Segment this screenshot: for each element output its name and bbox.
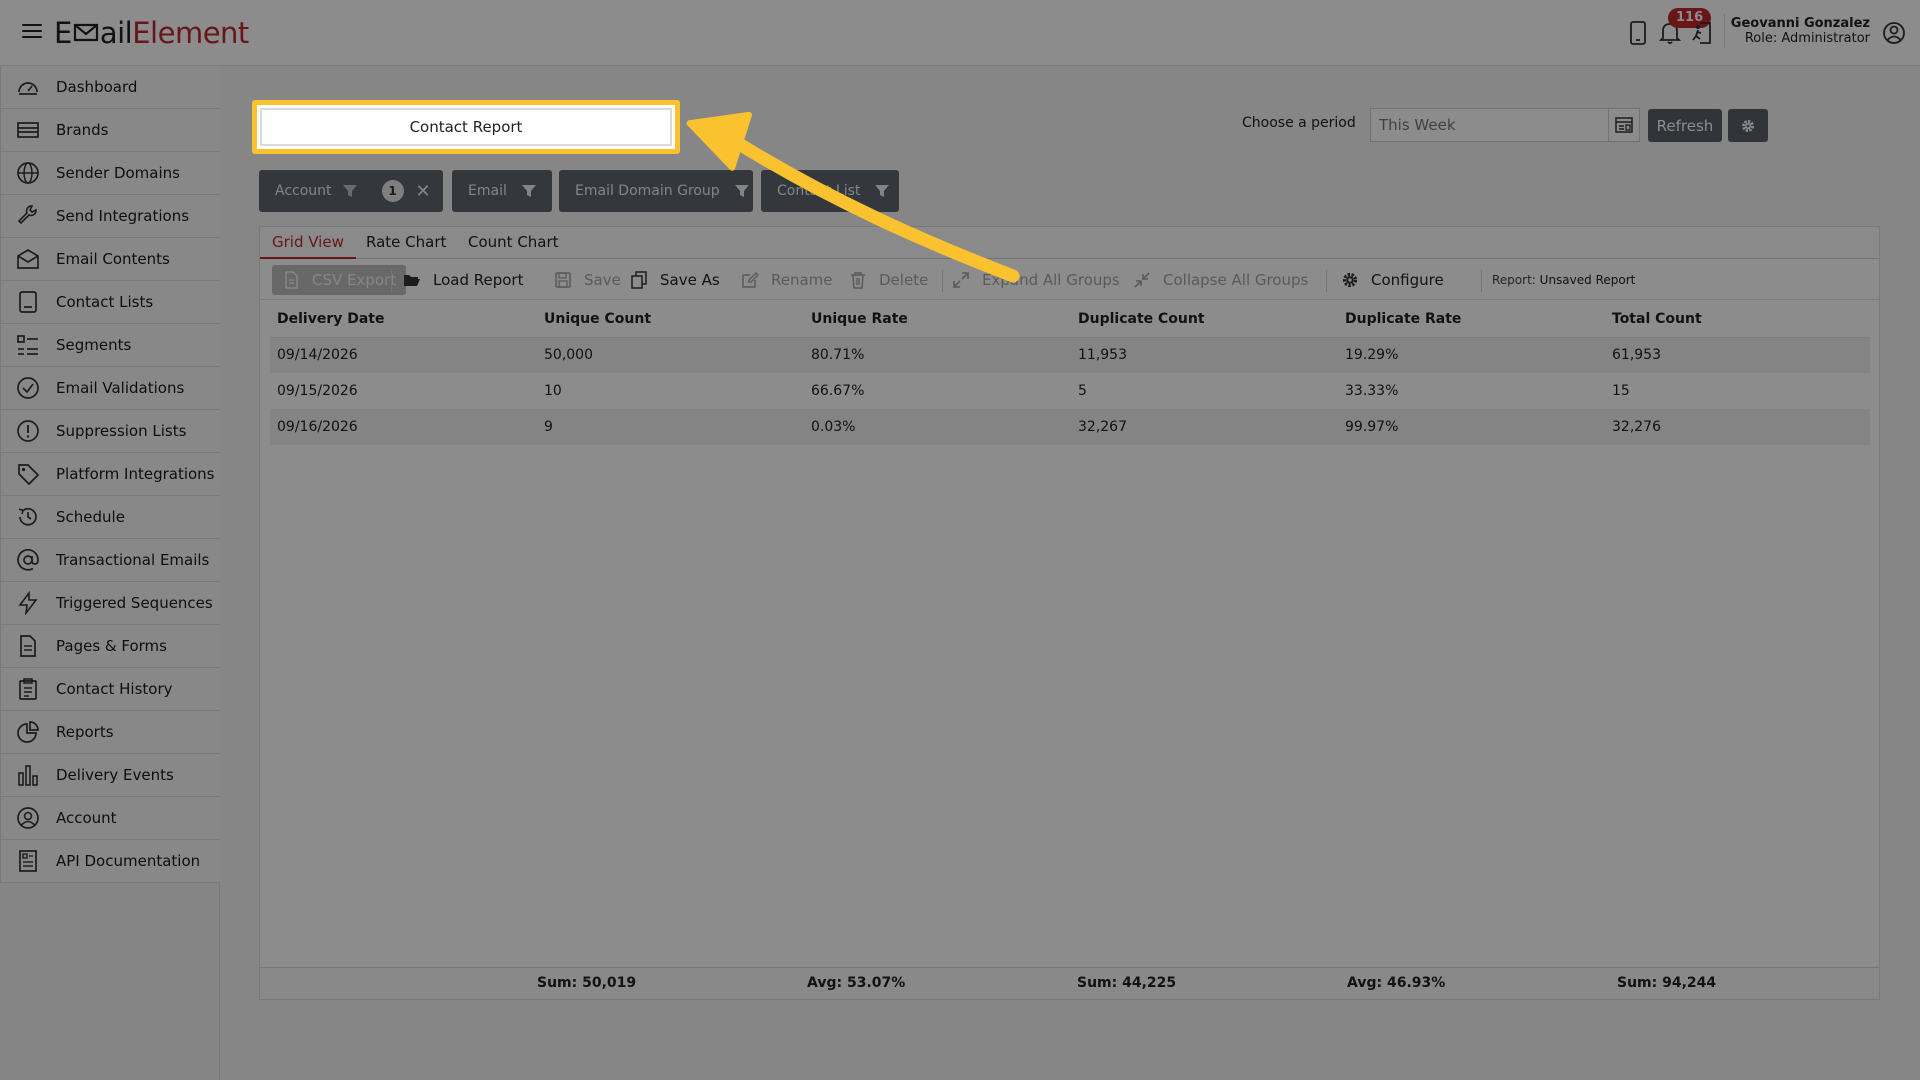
pointer-arrow-icon (686, 111, 1020, 283)
